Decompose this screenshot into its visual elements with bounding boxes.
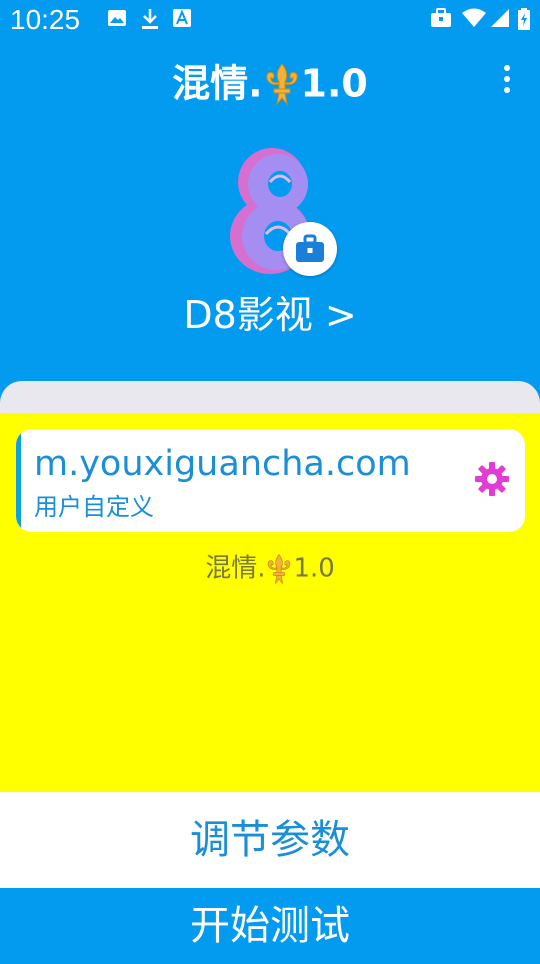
wifi-icon — [462, 8, 486, 27]
app-title: 混情. 1.0 — [0, 58, 540, 107]
url-text: m.youxiguancha.com — [34, 444, 411, 484]
font-icon — [173, 9, 191, 27]
download-icon — [142, 9, 158, 29]
briefcase-badge — [283, 222, 337, 276]
more-vert-icon[interactable] — [494, 60, 520, 100]
app-title-suffix: 1.0 — [300, 61, 368, 106]
fleur-de-lis-icon — [265, 62, 298, 106]
app-title-prefix: 混情. — [172, 61, 263, 106]
status-time: 10:25 — [10, 4, 81, 35]
briefcase-icon — [296, 234, 324, 262]
adjust-params-button[interactable]: 调节参数 — [0, 792, 540, 888]
url-card[interactable]: m.youxiguancha.com 用户自定义 — [16, 429, 525, 532]
gear-icon[interactable] — [474, 461, 510, 497]
site-name-link[interactable]: D8影视 > — [0, 290, 540, 340]
card-accent-bar — [16, 429, 21, 532]
signal-icon — [491, 9, 509, 27]
start-test-button[interactable]: 开始测试 — [0, 888, 540, 960]
battery-icon — [518, 8, 530, 30]
url-subtitle: 用户自定义 — [34, 493, 154, 521]
briefcase-icon — [431, 8, 451, 27]
image-icon — [108, 10, 126, 26]
version-caption: 混情. 1.0 — [0, 548, 540, 589]
fleur-de-lis-icon — [268, 553, 291, 585]
status-bar: 10:25 — [0, 0, 540, 42]
caption-prefix: 混情. — [205, 553, 266, 584]
caption-suffix: 1.0 — [293, 553, 335, 584]
